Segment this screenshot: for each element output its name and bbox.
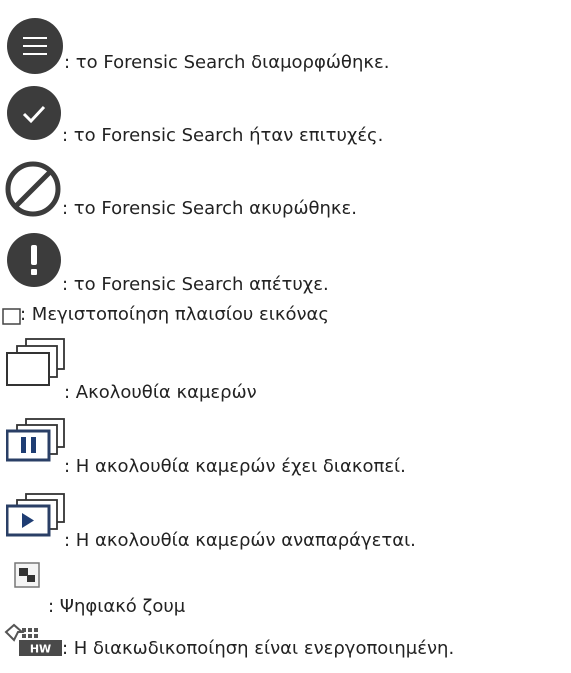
hw-decoding-label: : Η διακωδικοποίηση είναι ενεργοποιημένη… — [62, 638, 455, 659]
cancelled-status-icon — [5, 161, 61, 217]
hw-decoding-icon: HW — [4, 623, 62, 656]
status-label-cancelled: : το Forensic Search ακυρώθηκε. — [62, 198, 357, 219]
status-label-configured: : το Forensic Search διαμορφώθηκε. — [64, 52, 390, 73]
checkmark-status-icon — [7, 86, 61, 140]
status-label-failed: : το Forensic Search απέτυχε. — [62, 274, 329, 295]
sequence-paused-icon — [6, 418, 65, 462]
sequence-playing-icon — [6, 493, 65, 537]
svg-text:HW: HW — [30, 643, 51, 656]
digital-zoom-label: : Ψηφιακό ζουμ — [48, 596, 186, 617]
status-label-success: : το Forensic Search ήταν επιτυχές. — [62, 125, 384, 146]
sequence-paused-label: : Η ακολουθία καμερών έχει διακοπεί. — [64, 456, 406, 477]
cropped-heading-fragment: ΄΄΄΄ ΄΄ ΄ ΄ ΄ ΄ — [110, 0, 285, 11]
digital-zoom-icon — [14, 562, 40, 588]
error-status-icon — [7, 233, 61, 287]
list-status-icon — [7, 18, 63, 74]
camera-sequence-label: : Ακολουθία καμερών — [64, 382, 257, 403]
sequence-playing-label: : Η ακολουθία καμερών αναπαράγεται. — [64, 530, 416, 551]
maximize-frame-label: : Μεγιστοποίηση πλαισίου εικόνας — [20, 304, 329, 325]
camera-sequence-icon — [6, 338, 65, 386]
maximize-frame-icon — [2, 308, 21, 325]
